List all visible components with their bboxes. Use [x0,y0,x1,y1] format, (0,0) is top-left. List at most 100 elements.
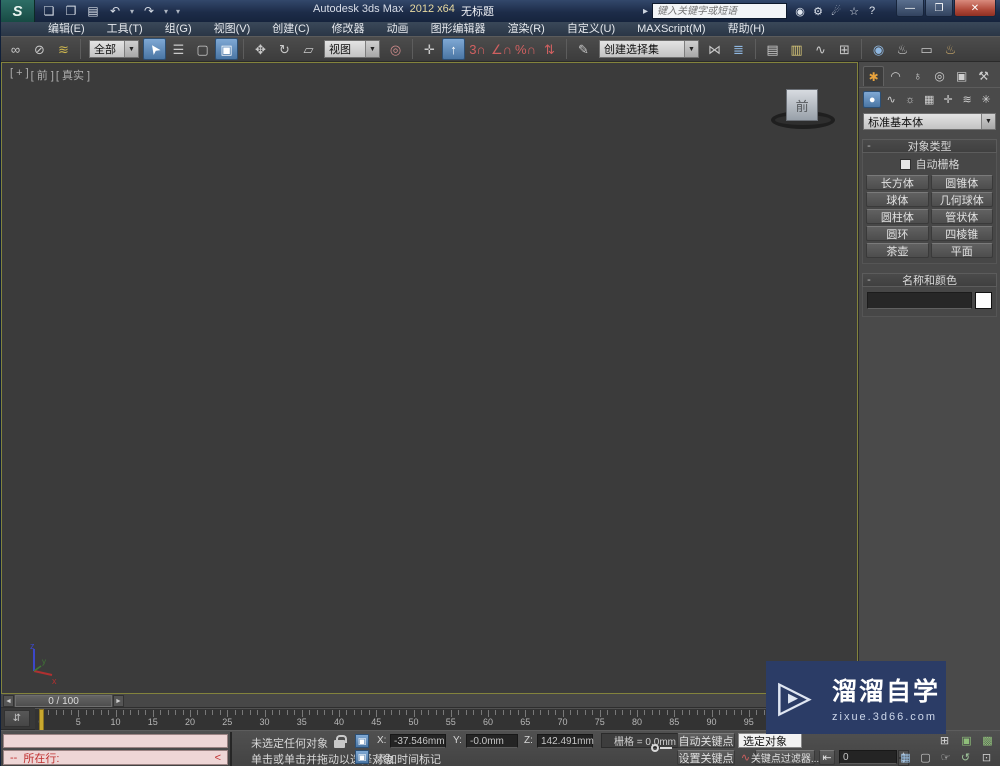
help-icon[interactable]: ? [863,5,881,18]
maximize-button[interactable]: ❐ [925,0,953,17]
primitive-button-cone[interactable]: 圆锥体 [931,175,993,190]
time-slider-handle[interactable]: 0 / 100 [15,695,112,707]
primitive-button-plane[interactable]: 平面 [931,243,993,258]
macro-recorder-field[interactable] [3,734,228,748]
track-bar-ruler[interactable]: 0510152025303540455055606570758085909510… [35,708,856,730]
layer-manager-icon[interactable]: ▤ [761,38,784,60]
previous-frame-button[interactable]: ◄ [3,695,14,707]
select-and-link-icon[interactable]: ∞ [4,38,27,60]
time-slider[interactable]: ◄ 0 / 100 ► [1,694,858,708]
use-center-icon[interactable]: ◎ [384,38,407,60]
open-mini-curve-editor-button[interactable]: ⇵ [4,710,30,727]
category-shapes[interactable]: ∿ [882,91,900,108]
menu-group[interactable]: 组(G) [154,22,203,36]
scene-explorer-icon[interactable]: ▥ [785,38,808,60]
menu-tools[interactable]: 工具(T) [96,22,154,36]
search-go-icon[interactable]: ▸ [643,6,648,17]
viewport-menu-plus[interactable]: [ + ] [10,67,29,83]
communication-center-icon[interactable]: ☄ [827,5,845,18]
menu-modifiers[interactable]: 修改器 [321,22,376,36]
z-coord-field[interactable]: 142.491mm [537,734,593,748]
viewport[interactable]: [ + ][ 前 ][ 真实 ] 前 z x y [1,62,858,694]
rectangular-selection-region-icon[interactable]: ▢ [191,38,214,60]
viewport-view-label[interactable]: [ 前 ] [31,67,54,83]
category-systems[interactable]: ✳ [977,91,995,108]
absolute-offset-mode-icon[interactable]: ▣ [355,734,369,748]
unlink-selection-icon[interactable]: ⊘ [28,38,51,60]
minimize-button[interactable]: — [896,0,924,17]
undo-icon[interactable]: ↶ [105,2,125,20]
selected-filter-combo[interactable]: 选定对象 [738,733,802,748]
bind-to-space-warp-icon[interactable]: ≋ [52,38,75,60]
menu-create[interactable]: 创建(C) [261,22,320,36]
rollout-object-type[interactable]: - 对象类型 [862,139,997,153]
search-input[interactable] [652,3,787,19]
snaps-toggle-icon[interactable]: ↑ [442,38,465,60]
category-helpers[interactable]: ✛ [939,91,957,108]
redo-dropdown-icon[interactable]: ▾ [161,2,171,20]
schematic-view-icon[interactable]: ⊞ [833,38,856,60]
primitive-button-geosphere[interactable]: 几何球体 [931,192,993,207]
primitive-button-tube[interactable]: 管状体 [931,209,993,224]
selection-filter-combo[interactable]: 全部▼ [89,40,139,58]
menu-maxscript[interactable]: MAXScript(M) [626,22,716,36]
primitive-button-torus[interactable]: 圆环 [866,226,928,241]
menu-graph-editors[interactable]: 图形编辑器 [420,22,497,36]
render-setup-icon[interactable]: ♨ [891,38,914,60]
viewcube[interactable]: 前 [769,85,839,133]
tab-motion[interactable]: ◎ [929,66,950,86]
listener-field[interactable]: -- 所在行: < [3,750,228,765]
primitive-button-cylinder[interactable]: 圆柱体 [866,209,928,224]
tab-hierarchy[interactable]: ♁ [907,66,928,86]
reference-coordinate-system-combo[interactable]: 视图▼ [324,40,380,58]
zoom-region-icon[interactable]: ▢ [917,750,934,765]
rendered-frame-window-icon[interactable]: ▭ [915,38,938,60]
current-frame-marker[interactable] [39,709,44,730]
primitive-button-teapot[interactable]: 茶壶 [866,243,928,258]
add-time-tag-text[interactable]: 添加时间标记 [375,751,441,766]
primitive-type-combo[interactable]: 标准基本体 ▼ [863,113,996,130]
select-and-move-icon[interactable]: ✥ [249,38,272,60]
named-selection-sets-combo[interactable]: 创建选择集▼ [599,40,699,58]
menu-help[interactable]: 帮助(H) [717,22,776,36]
close-button[interactable]: ✕ [954,0,996,17]
select-and-scale-icon[interactable]: ▱ [297,38,320,60]
zoom-extents-all-icon[interactable]: ▩ [979,733,996,748]
menu-views[interactable]: 视图(V) [203,22,262,36]
autogrid-checkbox[interactable] [900,159,911,170]
curve-editor-icon[interactable]: ∿ [809,38,832,60]
orbit-icon[interactable]: ↺ [957,750,974,765]
menu-edit[interactable]: 编辑(E) [37,22,96,36]
viewport-shading-label[interactable]: [ 真实 ] [56,67,90,83]
next-frame-button[interactable]: ► [113,695,124,707]
qat-customize-icon[interactable]: ▾ [173,2,183,20]
primitive-button-box[interactable]: 长方体 [866,175,928,190]
zoom-extents-mode-icon[interactable]: ⊞ [936,733,953,748]
category-lights[interactable]: ☼ [901,91,919,108]
mirror-icon[interactable]: ⋈ [703,38,726,60]
select-and-rotate-icon[interactable]: ↻ [273,38,296,60]
maxscript-mini-listener[interactable]: -- 所在行: < [1,732,232,766]
application-menu-button[interactable]: S [1,0,35,22]
save-file-icon[interactable]: ▤ [83,2,103,20]
snap-spinner-icon[interactable]: ⇅ [538,38,561,60]
menu-customize[interactable]: 自定义(U) [556,22,626,36]
open-file-icon[interactable]: ❐ [61,2,81,20]
object-color-swatch[interactable] [975,292,992,309]
select-object-icon[interactable]: ➤ [143,38,166,60]
current-frame-field[interactable]: 0 [839,750,897,764]
wrench-icon[interactable]: ⚙ [809,5,827,18]
object-name-input[interactable] [867,292,972,309]
select-and-manipulate-icon[interactable]: ✛ [418,38,441,60]
key-mode-toggle-icon[interactable]: ▦ [897,750,914,765]
edit-named-selection-sets-icon[interactable]: ✎ [572,38,595,60]
maximize-viewport-toggle-icon[interactable]: ⊡ [978,750,995,765]
tab-utilities[interactable]: ⚒ [973,66,994,86]
set-key-button[interactable]: 设置关键点 [677,750,735,765]
zoom-extents-icon[interactable]: ▣ [958,733,975,748]
key-filters-button[interactable]: 关键点过滤器... [755,750,815,765]
snap-percent-icon[interactable]: %∩ [514,38,537,60]
select-by-name-icon[interactable]: ☰ [167,38,190,60]
rollout-name-and-color[interactable]: - 名称和颜色 [862,273,997,287]
pan-view-icon[interactable]: ☞ [937,750,954,765]
